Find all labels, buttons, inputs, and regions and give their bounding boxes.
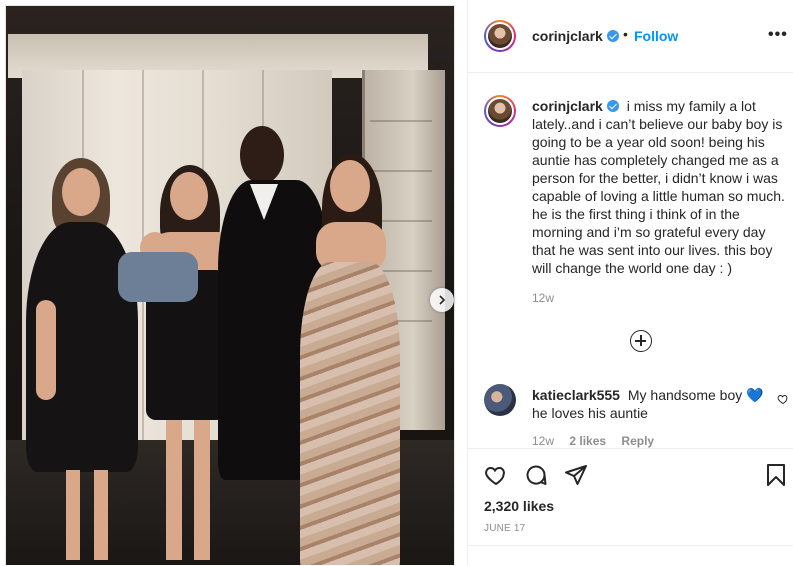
comment-username[interactable]: katieclark555 — [532, 387, 620, 403]
comment-text-start: My handsome boy — [627, 387, 743, 403]
follow-button[interactable]: Follow — [634, 28, 678, 44]
caption: corinjclark i miss my family a lot latel… — [532, 97, 790, 277]
comment-likes[interactable]: 2 likes — [569, 434, 606, 448]
post-header: corinjclark • Follow ••• — [468, 0, 793, 73]
caption-avatar[interactable] — [484, 95, 516, 127]
more-icon[interactable]: ••• — [768, 27, 788, 43]
verified-badge-icon — [606, 30, 619, 42]
author-avatar[interactable] — [484, 20, 516, 52]
post-panel: corinjclark • Follow ••• corinjclark i m… — [467, 0, 793, 566]
caption-username[interactable]: corinjclark — [532, 98, 619, 114]
add-circle-icon[interactable] — [630, 330, 652, 352]
next-photo-button[interactable] — [430, 288, 454, 312]
header-separator: • — [623, 26, 628, 42]
caption-timestamp[interactable]: 12w — [532, 291, 554, 305]
comment-icon[interactable] — [524, 463, 548, 487]
comment-avatar[interactable] — [484, 384, 516, 416]
post-date[interactable]: JUNE 17 — [484, 523, 525, 534]
heart-icon[interactable] — [484, 463, 508, 487]
bookmark-icon[interactable] — [764, 463, 788, 487]
comments-list: katieclark555 My handsome boy 💙 he loves … — [468, 372, 793, 449]
blue-heart-emoji: 💙 — [746, 387, 764, 403]
comment-timestamp[interactable]: 12w — [532, 434, 554, 448]
comment-meta: 12w 2 likes Reply — [532, 434, 666, 448]
post-actions: 2,320 likes JUNE 17 — [468, 448, 793, 566]
verified-badge-icon — [606, 100, 619, 112]
chevron-right-icon — [439, 295, 446, 305]
comment-heart-icon[interactable] — [777, 393, 789, 405]
post-photo[interactable] — [0, 0, 467, 565]
comment-text-end: he loves his auntie — [532, 405, 648, 421]
author-username[interactable]: corinjclark — [532, 28, 619, 44]
share-icon[interactable] — [564, 463, 588, 487]
comment: katieclark555 My handsome boy 💙 he loves … — [532, 386, 764, 422]
caption-text: i miss my family a lot lately..and i can… — [532, 98, 785, 276]
reply-button[interactable]: Reply — [621, 434, 654, 448]
likes-count[interactable]: 2,320 likes — [484, 498, 554, 514]
divider — [468, 545, 793, 546]
